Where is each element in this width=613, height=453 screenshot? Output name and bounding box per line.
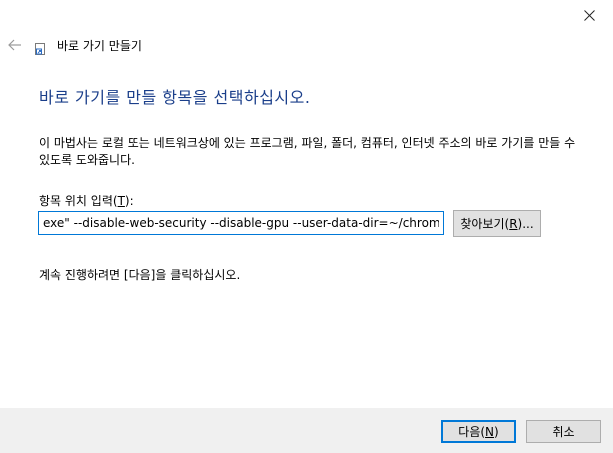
back-button[interactable] (4, 34, 26, 56)
window-title: 바로 가기 만들기 (57, 39, 142, 53)
browse-label-suffix: )... (517, 216, 534, 231)
location-label-accesskey: T (117, 194, 125, 208)
browse-button[interactable]: 찾아보기(R)... (453, 210, 541, 237)
next-label-suffix: ) (494, 424, 499, 439)
location-label-prefix: 항목 위치 입력( (39, 194, 118, 208)
next-button[interactable]: 다음(N) (441, 420, 516, 443)
location-label-suffix: ): (124, 194, 134, 208)
shortcut-wizard-icon (35, 40, 45, 55)
close-icon (583, 9, 595, 21)
location-label: 항목 위치 입력(T): (39, 192, 134, 209)
browse-label-accesskey: R (509, 216, 518, 231)
next-label-accesskey: N (485, 424, 495, 439)
close-button[interactable] (566, 0, 612, 30)
continue-hint: 계속 진행하려면 [다음]을 클릭하십시오. (39, 268, 241, 282)
wizard-description: 이 마법사는 로컬 또는 네트워크상에 있는 프로그램, 파일, 폴더, 컴퓨터… (39, 136, 576, 167)
cancel-button[interactable]: 취소 (526, 420, 601, 443)
item-location-input[interactable] (38, 211, 444, 235)
back-arrow-icon (8, 36, 22, 55)
page-heading: 바로 가기를 만들 항목을 선택하십시오. (39, 88, 311, 107)
browse-label-prefix: 찾아보기( (460, 217, 510, 231)
footer-bar (0, 408, 613, 453)
next-label-prefix: 다음( (458, 425, 486, 439)
